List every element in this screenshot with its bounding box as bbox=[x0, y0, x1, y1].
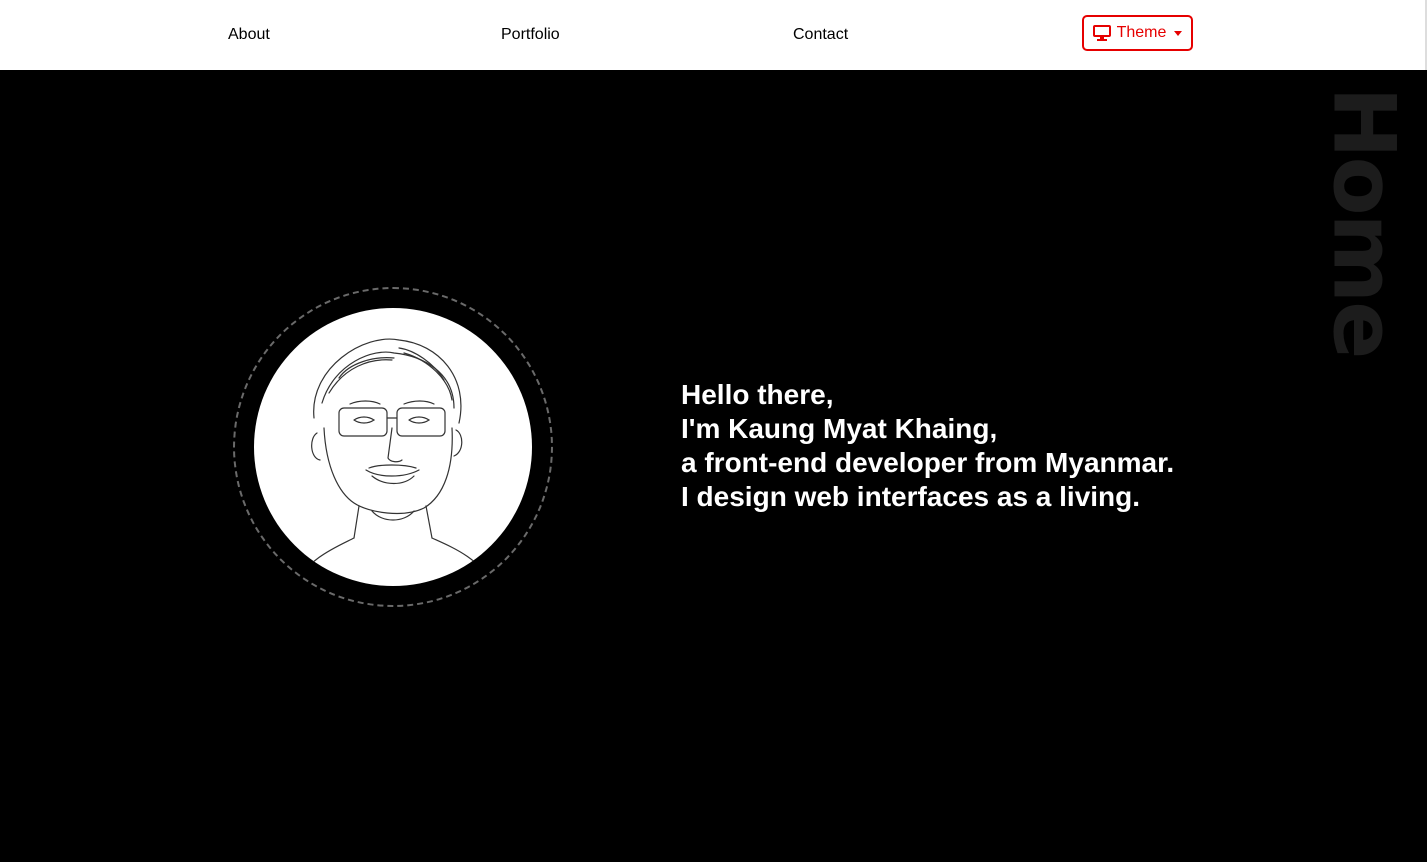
nav-link-about[interactable]: About bbox=[228, 24, 270, 46]
intro-line-tagline: I design web interfaces as a living. bbox=[681, 481, 1141, 512]
nav-link-portfolio[interactable]: Portfolio bbox=[501, 24, 560, 46]
nav-link-contact[interactable]: Contact bbox=[793, 24, 848, 46]
theme-label: Theme bbox=[1116, 24, 1167, 41]
avatar bbox=[254, 308, 532, 586]
intro-line-role: a front-end developer from Myanmar. bbox=[681, 447, 1175, 478]
desktop-icon bbox=[1092, 25, 1111, 41]
intro-line-greeting: Hello there, bbox=[681, 379, 834, 410]
top-navbar: About Portfolio Contact Theme bbox=[0, 0, 1427, 70]
avatar-sketch-portrait bbox=[293, 338, 495, 586]
section-title-text: Home bbox=[1313, 86, 1413, 357]
intro-text: Hello there, I'm Kaung Myat Khaing, a fr… bbox=[681, 378, 1174, 514]
section-title-vertical: Home bbox=[1313, 84, 1413, 359]
theme-dropdown-button[interactable]: Theme bbox=[1082, 15, 1193, 51]
chevron-down-icon bbox=[1174, 30, 1183, 36]
intro-line-name: I'm Kaung Myat Khaing, bbox=[681, 413, 998, 444]
